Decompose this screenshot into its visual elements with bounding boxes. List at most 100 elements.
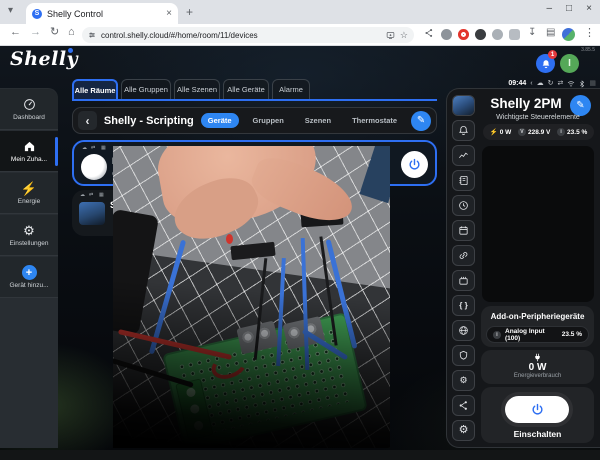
tab-alle-szenen[interactable]: Alle Szenen [174, 79, 220, 99]
tab-alle-geraete[interactable]: Alle Geräte [223, 79, 269, 99]
screen: ▾ S Shelly Control × + – □ × ← → ↻ ⌂ con… [0, 0, 600, 460]
matrix-icon: ▦ [589, 80, 596, 87]
wifi-icon [567, 80, 575, 87]
downloads-icon[interactable]: ↧ [528, 28, 536, 38]
subtab-gruppen[interactable]: Gruppen [246, 113, 291, 128]
window-close-button[interactable]: × [586, 3, 592, 14]
user-avatar[interactable]: I [560, 54, 579, 73]
edit-device-button[interactable]: ✎ [570, 95, 591, 116]
extension-icon[interactable] [458, 29, 469, 40]
tab-notifications[interactable] [452, 120, 475, 141]
share-icon: ‹ [530, 80, 532, 87]
subtab-geraete[interactable]: Geräte [201, 113, 239, 128]
tab-link[interactable] [452, 245, 475, 266]
tab-journal[interactable] [452, 170, 475, 191]
cloud-status-icon: ☁ [82, 146, 87, 151]
chart-icon [458, 150, 469, 161]
panel-device-name: Shelly 2PM [482, 96, 570, 111]
sidebar-item-einstellungen[interactable]: ⚙ Einstellungen [0, 215, 58, 256]
action-card: Einschalten [481, 387, 594, 443]
tab-calendar[interactable] [452, 220, 475, 241]
info-icon: i [493, 331, 501, 339]
tab-actions[interactable] [452, 270, 475, 291]
extension-icon[interactable] [475, 29, 486, 40]
tab-advanced-settings[interactable]: ⚙ [452, 370, 475, 391]
sidebar-item-energie[interactable]: ⚡ Energie [0, 173, 58, 214]
device-viewport [482, 146, 594, 302]
plug-icon [533, 353, 542, 362]
bookmark-star-icon[interactable]: ☆ [400, 31, 408, 40]
new-tab-button[interactable]: + [186, 6, 193, 18]
forward-button[interactable]: → [30, 27, 41, 38]
power-icon [408, 158, 421, 171]
browser-tab[interactable]: S Shelly Control × [26, 3, 178, 24]
window-maximize-button[interactable]: □ [566, 3, 572, 14]
toggle-power-button[interactable] [505, 396, 569, 423]
power-value: 0 W [481, 362, 594, 373]
panel-status-row: 09:44 ‹ ☁ ↻ ⇄ ▦ [480, 78, 596, 89]
shield-icon [458, 350, 469, 361]
edit-room-button[interactable]: ✎ [411, 111, 431, 131]
tab-settings[interactable]: ⚙ [452, 420, 475, 441]
home-icon [23, 140, 36, 154]
tab-close-icon[interactable]: × [166, 9, 172, 19]
pencil-icon: ✎ [417, 115, 425, 126]
clock-icon [458, 200, 469, 211]
back-chevron-button[interactable]: ‹ [78, 111, 97, 130]
site-settings-icon[interactable] [88, 31, 96, 39]
tab-alle-gruppen[interactable]: Alle Gruppen [121, 79, 171, 99]
power-card: 0 W Energieverbrauch [481, 350, 594, 384]
bell-icon [458, 125, 469, 136]
subtab-szenen[interactable]: Szenen [298, 113, 338, 128]
reading-list-icon[interactable]: ▤ [546, 28, 555, 38]
share-extension-icon[interactable] [424, 28, 434, 38]
tab-webhooks[interactable] [452, 320, 475, 341]
extension-icon[interactable] [492, 29, 503, 40]
tab-alarme[interactable]: Alarme [272, 79, 310, 99]
device-thumbnail-tab[interactable] [452, 95, 475, 116]
app-version: 3.85.5 [581, 47, 595, 53]
extensions-puzzle-icon[interactable] [509, 29, 520, 40]
gear-icon: ⚙ [459, 425, 469, 436]
analog-input-label: Analog Input (100) [505, 328, 558, 342]
share-icon [458, 400, 469, 411]
room-header-bar: ‹ Shelly - Scripting Geräte Gruppen Szen… [72, 107, 437, 134]
device-power-button[interactable] [401, 151, 428, 178]
sidebar-item-geraet-hinzufuegen[interactable]: + Gerät hinzu... [0, 257, 58, 298]
sidebar-item-dashboard[interactable]: Dashboard [0, 89, 58, 130]
url-text: control.shelly.cloud/#/home/room/11/devi… [101, 31, 381, 40]
bluetooth-icon [579, 80, 585, 88]
subtab-thermostate[interactable]: Thermostate [345, 113, 404, 128]
range-icon: ⇄ [558, 80, 564, 87]
addon-card: Add-on-Peripheriegeräte i Analog Input (… [481, 306, 594, 347]
cloud-icon: ☁ [537, 80, 544, 87]
analog-input-value: 23.5 % [562, 331, 582, 338]
url-bar[interactable]: control.shelly.cloud/#/home/room/11/devi… [82, 27, 414, 43]
tab-scripts[interactable]: { } [452, 295, 475, 316]
sync-status-icon: ⇄ [91, 146, 95, 151]
tab-search-caret-icon[interactable]: ▾ [8, 6, 13, 16]
globe-icon [458, 325, 469, 336]
bolt-icon: ⚡ [490, 128, 498, 136]
tab-share[interactable] [452, 395, 475, 416]
window-minimize-button[interactable]: – [546, 3, 552, 14]
analog-input-row[interactable]: i Analog Input (100) 23.5 % [486, 326, 589, 343]
sidebar-item-mein-zuhause[interactable]: Mein Zuha... [0, 131, 58, 172]
install-app-icon[interactable] [386, 31, 395, 40]
tab-safety[interactable] [452, 345, 475, 366]
device-thumbnail [453, 96, 474, 115]
browser-profile-avatar[interactable] [562, 28, 575, 41]
reload-button[interactable]: ↻ [50, 27, 59, 38]
tab-schedule[interactable] [452, 195, 475, 216]
tab-alle-raeume[interactable]: Alle Räume [72, 79, 118, 99]
tab-statistics[interactable] [452, 145, 475, 166]
breadboard-photo-overlay [113, 146, 390, 448]
pencil-icon: ✎ [576, 100, 584, 111]
browser-menu-icon[interactable]: ⋮ [584, 28, 595, 39]
back-button[interactable]: ← [10, 27, 21, 38]
cloud-status-icon: ☁ [80, 193, 85, 198]
home-button[interactable]: ⌂ [68, 27, 75, 38]
signal-status-icon: ▦ [101, 146, 106, 151]
extension-icon[interactable] [441, 29, 452, 40]
link-icon [458, 250, 469, 261]
